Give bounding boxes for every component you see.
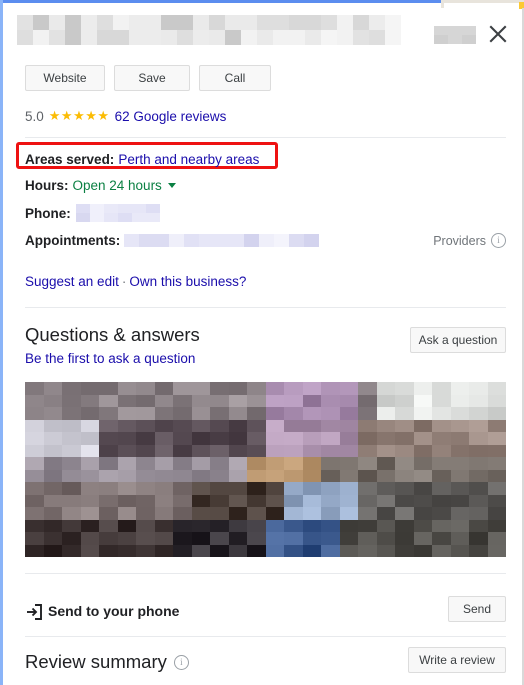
hours-value[interactable]: Open 24 hours — [73, 178, 162, 193]
divider-send — [25, 573, 506, 574]
appointments-label: Appointments: — [25, 233, 121, 248]
browser-accent-bar — [3, 0, 441, 3]
business-category-redacted — [434, 26, 476, 44]
call-button[interactable]: Call — [199, 65, 271, 91]
providers-note[interactable]: Providers i — [433, 233, 506, 248]
website-button[interactable]: Website — [25, 65, 105, 91]
hours-row: Hours: Open 24 hours — [25, 167, 506, 193]
phone-value-redacted[interactable] — [75, 204, 160, 222]
send-to-phone-icon — [25, 603, 43, 621]
chevron-down-icon[interactable] — [167, 183, 176, 188]
action-button-row: Website Save Call — [6, 54, 524, 91]
areas-served-label: Areas served: — [25, 152, 115, 167]
send-to-phone-label: Send to your phone — [48, 603, 180, 619]
hours-label: Hours: — [25, 178, 69, 193]
areas-served-row: Areas served: Perth and nearby areas — [16, 138, 506, 169]
write-a-review-button[interactable]: Write a review — [408, 647, 506, 673]
be-first-to-ask-link[interactable]: Be the first to ask a question — [25, 351, 506, 366]
areas-served-value[interactable]: Perth and nearby areas — [118, 152, 259, 167]
providers-label: Providers — [433, 233, 486, 248]
google-reviews-link[interactable]: 62 Google reviews — [115, 109, 227, 124]
save-button[interactable]: Save — [114, 65, 190, 91]
business-details: Areas served: Perth and nearby areas Hou… — [6, 138, 524, 248]
info-icon[interactable]: i — [491, 233, 506, 248]
appointments-row: Appointments: Providers i — [25, 222, 506, 248]
rating-stars: ★★★★★ — [48, 108, 110, 123]
review-summary-title: Review summary — [25, 651, 167, 672]
phone-label: Phone: — [25, 205, 71, 221]
phone-row: Phone: — [25, 193, 506, 222]
info-icon[interactable]: i — [173, 654, 189, 670]
send-to-phone-section: Send to your phone Send — [6, 590, 524, 636]
business-info-panel: Website Save Call 5.0 ★★★★★ 62 Google re… — [0, 0, 524, 685]
appointments-value-redacted[interactable] — [124, 234, 320, 247]
divider-qa — [25, 307, 506, 308]
business-name-redacted — [17, 15, 401, 45]
rating-row: 5.0 ★★★★★ 62 Google reviews — [6, 91, 524, 124]
ask-a-question-button[interactable]: Ask a question — [410, 327, 506, 353]
send-button[interactable]: Send — [448, 596, 506, 622]
suggest-an-edit-link[interactable]: Suggest an edit — [25, 274, 119, 289]
divider-review — [25, 636, 506, 637]
suggest-row: Suggest an edit · Own this business? — [6, 248, 524, 289]
questions-answers-section: Questions & answers Be the first to ask … — [6, 323, 524, 366]
close-icon[interactable] — [484, 20, 512, 48]
panel-header — [6, 8, 524, 54]
own-this-business-link[interactable]: Own this business? — [129, 274, 246, 289]
rating-score: 5.0 — [25, 108, 44, 124]
suggest-separator: · — [121, 274, 127, 289]
review-summary-section: Review summary i Write a review — [6, 647, 524, 685]
business-photo-pixelated[interactable] — [25, 382, 506, 557]
